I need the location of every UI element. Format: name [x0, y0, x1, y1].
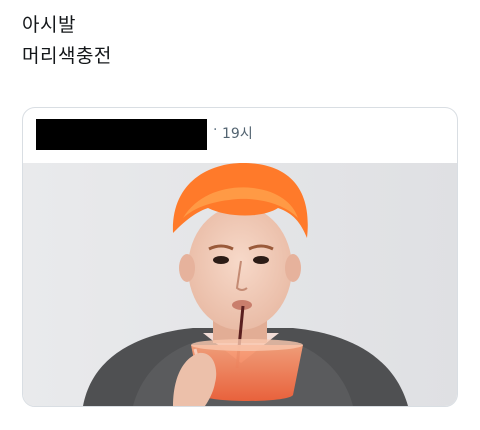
- quoted-tweet-card[interactable]: · 19시: [22, 107, 458, 407]
- post-line-1: 아시발: [22, 14, 76, 36]
- photo-illustration: [23, 163, 457, 406]
- quoted-tweet-header: · 19시: [23, 108, 457, 163]
- redacted-author-name: [36, 119, 207, 150]
- post-text: 아시발 머리색충전: [22, 10, 112, 72]
- post-timestamp[interactable]: 19시: [222, 123, 253, 143]
- post-line-2: 머리색충전: [22, 45, 112, 67]
- quoted-media-image[interactable]: [23, 163, 457, 406]
- separator-dot: ·: [213, 122, 218, 138]
